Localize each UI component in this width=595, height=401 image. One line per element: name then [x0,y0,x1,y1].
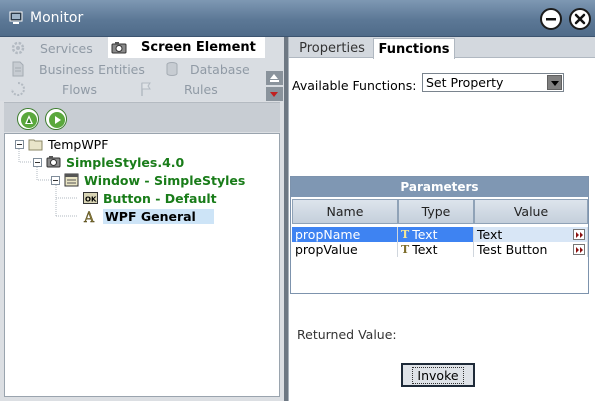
flow-icon [10,81,26,97]
window-title: Monitor [30,10,84,26]
text-type-icon: T [401,243,410,256]
highlight-icon [21,112,37,128]
nav-scroll-down-button[interactable] [266,87,283,101]
monitor-icon [9,11,23,25]
tree-node-label: Window - SimpleStyles [84,172,246,188]
highlight-button[interactable] [17,108,39,130]
parameters-title: Parameters [291,177,588,197]
tab-bar: Properties Functions [289,37,595,59]
close-button[interactable] [569,8,591,30]
window-icon [64,173,79,187]
column-header-type[interactable]: Type [398,199,474,224]
camera-icon [111,40,127,56]
nav-item-flows[interactable]: Flows [10,79,120,99]
minimize-button[interactable] [540,8,562,30]
nav-item-rules[interactable]: Rules [138,79,258,99]
tree-node[interactable]: SimpleStyles.4.0 [33,153,184,171]
gear-icon [10,40,26,56]
column-header-value[interactable]: Value [474,199,588,224]
column-header-name[interactable]: Name [292,199,398,224]
tab-properties[interactable]: Properties [293,38,371,58]
title-bar: Monitor [0,0,595,37]
svg-text:A: A [83,210,95,223]
param-value-cell[interactable]: Text [474,227,588,242]
tree-node[interactable]: Window - SimpleStyles [51,171,245,189]
tree-node-label: SimpleStyles.4.0 [66,154,185,170]
available-functions-label: Available Functions: [292,78,417,93]
tree-node-label: TempWPF [48,136,109,152]
param-type-label: Text [412,227,438,242]
nav-scroll-up-button[interactable] [266,71,283,85]
edit-value-button[interactable] [573,229,585,240]
nav-label: Services [40,40,93,56]
nav-item-services[interactable]: Services [10,38,105,58]
tree-node[interactable]: OK Button - Default [83,189,217,207]
navigator: Services Screen Element Business Entitie… [0,37,284,101]
chevron-down-icon[interactable] [547,75,562,90]
minimize-icon [546,18,556,21]
table-row[interactable]: propName T Text Text [292,227,588,242]
play-icon [49,112,65,128]
invoke-button[interactable]: Invoke [401,363,475,387]
camera-icon [46,155,61,169]
close-icon [574,13,586,25]
tree-node-label: WPF General [103,208,214,224]
right-panel: Properties Functions Available Functions… [288,37,595,401]
param-value-cell[interactable]: Test Button [474,242,588,257]
document-icon [10,61,26,77]
play-button[interactable] [45,108,67,130]
selected-function-value: Set Property [426,75,504,90]
nav-item-screen-element[interactable]: Screen Element [108,37,265,58]
tab-functions[interactable]: Functions [373,38,455,59]
nav-label: Business Entities [39,61,145,77]
flag-icon [138,81,154,97]
tree-node-selected[interactable]: A WPF General [83,207,214,226]
nav-label: Screen Element [141,40,256,55]
ok-button-icon: OK [83,191,98,205]
nav-item-business-entities[interactable]: Business Entities [10,59,150,79]
table-row[interactable]: propValue T Text Test Button [292,242,588,257]
text-type-icon: T [401,228,410,241]
available-functions-select[interactable]: Set Property [422,73,564,92]
svg-text:OK: OK [85,196,97,204]
nav-label: Flows [62,81,98,97]
param-name-cell[interactable]: propName [292,227,398,242]
tree-node-label: Button - Default [103,190,217,206]
returned-value-label: Returned Value: [297,327,397,342]
collapse-toggle[interactable] [15,139,24,149]
tree-node[interactable]: TempWPF [15,135,108,153]
param-value-text: Text [477,227,503,242]
invoke-button-label: Invoke [412,366,464,384]
database-icon [164,61,180,77]
left-panel: Services Screen Element Business Entitie… [0,37,284,401]
element-tree: TempWPF SimpleStyles.4.0 Window - Simple… [4,133,280,397]
collapse-toggle[interactable] [33,157,42,167]
edit-value-button[interactable] [573,244,585,255]
folder-icon [28,137,43,151]
nav-item-database[interactable]: Database [164,59,264,79]
nav-label: Rules [184,81,218,97]
param-type-cell[interactable]: T Text [398,227,474,242]
param-value-text: Test Button [477,242,548,257]
tree-toolbar [4,102,280,132]
text-element-icon: A [83,209,98,226]
parameters-panel: Parameters Name Type Value propName T Te… [290,176,589,294]
param-type-label: Text [412,242,438,257]
nav-label: Database [190,61,250,77]
param-type-cell[interactable]: T Text [398,242,474,257]
parameters-header: Name Type Value [292,199,588,224]
param-name-cell[interactable]: propValue [292,242,398,257]
collapse-toggle[interactable] [51,175,60,185]
